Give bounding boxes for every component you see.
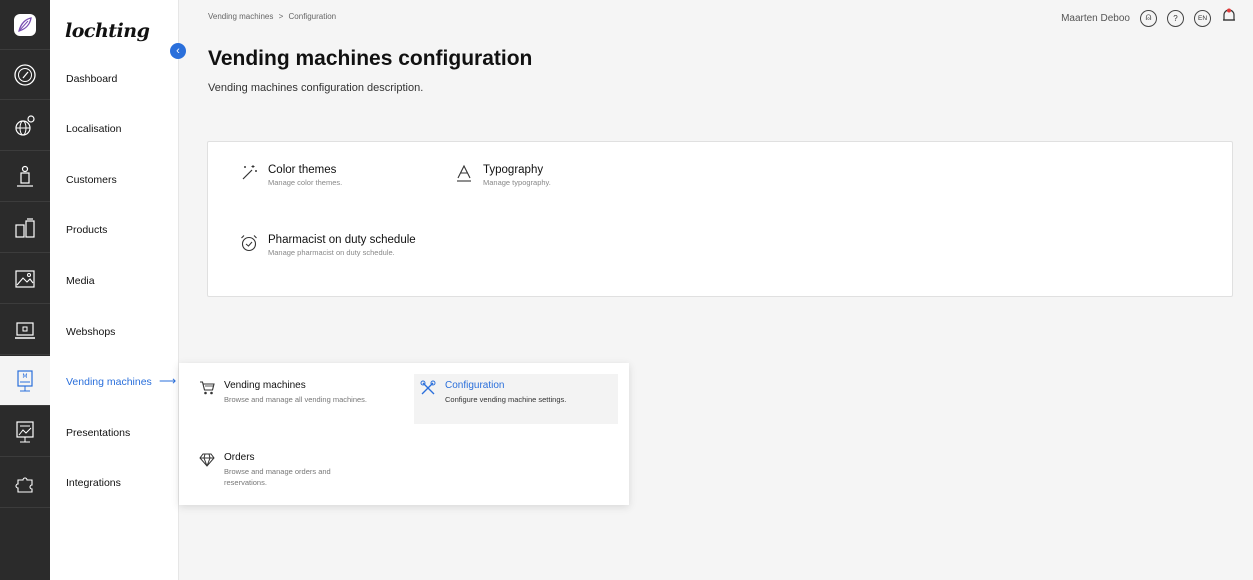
page-title: Vending machines configuration bbox=[208, 47, 533, 70]
webshop-icon[interactable] bbox=[0, 305, 50, 355]
help-icon[interactable]: ? bbox=[1167, 9, 1184, 27]
submenu-item-title: Orders bbox=[224, 452, 255, 463]
sidebar-item-localisation[interactable]: Localisation bbox=[66, 123, 121, 135]
sidebar-nav: lochting Dashboard Localisation Customer… bbox=[50, 0, 179, 580]
globe-pin-icon[interactable] bbox=[0, 101, 50, 151]
submenu-item-description: Configure vending machine settings. bbox=[445, 395, 567, 404]
bell-icon[interactable] bbox=[1221, 8, 1237, 28]
tile-title: Typography bbox=[483, 164, 544, 176]
app-logo-icon[interactable] bbox=[0, 0, 50, 50]
sidebar-item-webshops[interactable]: Webshops bbox=[66, 326, 115, 338]
submenu-item-title: Vending machines bbox=[224, 380, 306, 391]
tile-description: Manage pharmacist on duty schedule. bbox=[268, 248, 395, 257]
configuration-card: Color themes Manage color themes. Typogr… bbox=[207, 141, 1233, 297]
submenu-item-orders[interactable]: Orders Browse and manage orders and rese… bbox=[193, 446, 380, 494]
submenu-item-description: Browse and manage orders and reservation… bbox=[224, 467, 331, 487]
svg-text:M: M bbox=[22, 373, 27, 380]
submenu-item-configuration[interactable]: Configuration Configure vending machine … bbox=[414, 374, 618, 424]
tile-title: Color themes bbox=[268, 164, 337, 176]
submenu-item-vending-machines[interactable]: Vending machines Browse and manage all v… bbox=[193, 374, 373, 411]
tools-icon bbox=[420, 380, 436, 396]
sidebar-item-presentations[interactable]: Presentations bbox=[66, 427, 130, 439]
breadcrumb: Vending machines > Configuration bbox=[208, 12, 336, 21]
sidebar-item-customers[interactable]: Customers bbox=[66, 174, 117, 186]
sidebar-item-products[interactable]: Products bbox=[66, 224, 107, 236]
language-selector[interactable]: EN bbox=[1194, 9, 1211, 27]
diamond-icon bbox=[199, 452, 215, 468]
breadcrumb-separator: > bbox=[278, 12, 284, 21]
tile-title: Pharmacist on duty schedule bbox=[268, 234, 416, 246]
icon-rail: M bbox=[0, 0, 50, 580]
sidebar-item-media[interactable]: Media bbox=[66, 275, 95, 287]
collapse-sidebar-button[interactable]: ‹ bbox=[170, 43, 186, 59]
vending-machines-submenu: Vending machines Browse and manage all v… bbox=[179, 363, 629, 505]
user-name[interactable]: Maarten Deboo bbox=[1061, 13, 1130, 24]
config-tile-color-themes[interactable]: Color themes Manage color themes. bbox=[240, 164, 342, 187]
customer-icon[interactable] bbox=[0, 152, 50, 202]
cart-icon bbox=[199, 380, 215, 396]
image-icon[interactable] bbox=[0, 254, 50, 304]
breadcrumb-parent-link[interactable]: Vending machines bbox=[208, 12, 273, 21]
breadcrumb-current: Configuration bbox=[288, 12, 337, 21]
user-avatar-icon[interactable]: ⍝ bbox=[1140, 9, 1157, 27]
vending-machine-icon[interactable]: M bbox=[0, 356, 50, 406]
gauge-icon[interactable] bbox=[0, 50, 50, 100]
page-description: Vending machines configuration descripti… bbox=[208, 82, 424, 94]
presentation-icon[interactable] bbox=[0, 407, 50, 457]
sidebar-item-integrations[interactable]: Integrations bbox=[66, 477, 121, 489]
products-icon[interactable] bbox=[0, 203, 50, 253]
user-toolbar: Maarten Deboo ⍝ ? EN bbox=[1061, 8, 1237, 28]
puzzle-icon[interactable] bbox=[0, 458, 50, 508]
tile-description: Manage color themes. bbox=[268, 178, 343, 187]
brand-logo[interactable]: lochting bbox=[65, 20, 150, 42]
typography-icon bbox=[455, 164, 473, 182]
magic-wand-icon bbox=[240, 164, 258, 182]
alarm-clock-icon bbox=[240, 234, 258, 252]
sidebar-item-dashboard[interactable]: Dashboard bbox=[66, 73, 117, 85]
arrow-right-icon: ⟶ bbox=[159, 374, 177, 388]
submenu-item-title: Configuration bbox=[445, 380, 505, 391]
config-tile-pharmacist-schedule[interactable]: Pharmacist on duty schedule Manage pharm… bbox=[240, 234, 416, 257]
config-tile-typography[interactable]: Typography Manage typography. bbox=[455, 164, 551, 187]
tile-description: Manage typography. bbox=[483, 178, 551, 187]
submenu-item-description: Browse and manage all vending machines. bbox=[224, 395, 368, 404]
sidebar-item-vending-machines[interactable]: Vending machines bbox=[66, 376, 152, 388]
